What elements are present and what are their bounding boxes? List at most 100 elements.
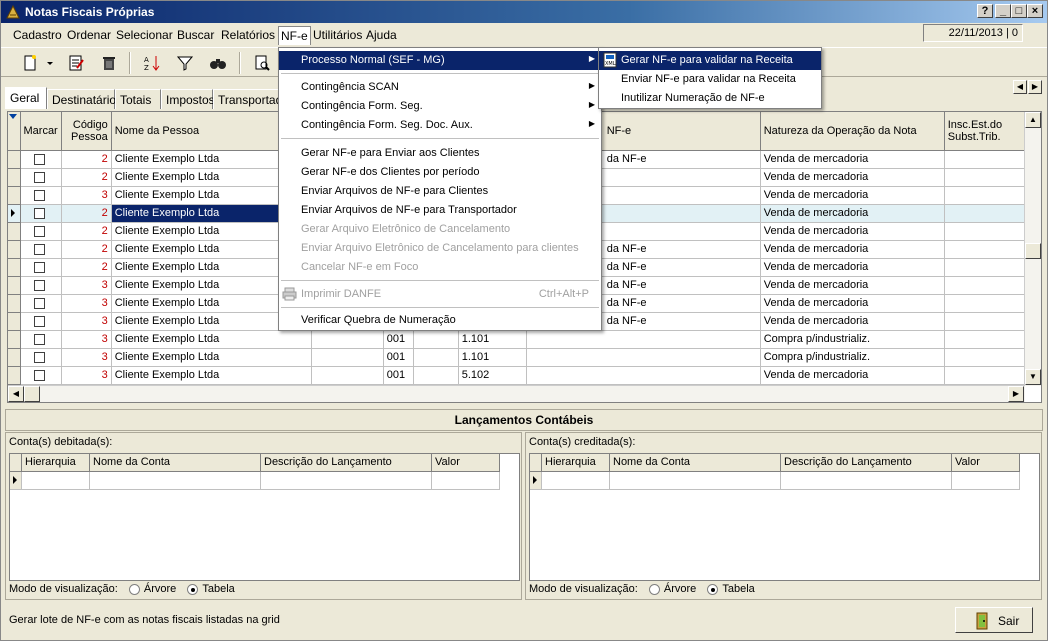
edit-button[interactable] [65,52,87,74]
scroll-right-button[interactable]: ▶ [1008,386,1024,402]
debit-col-nome[interactable]: Nome da Conta [90,454,261,472]
title-bar[interactable]: Notas Fiscais Próprias ? _ □ × [1,1,1047,23]
menu-utilitarios[interactable]: Utilitários [313,28,362,42]
radio-tabela[interactable] [187,583,199,595]
menu-item-imprimir-danfe[interactable]: Imprimir DANFE Ctrl+Alt+P [279,285,601,304]
cell-marcar[interactable] [20,222,62,241]
radio-arvore[interactable] [128,583,140,595]
cell-marcar[interactable] [20,366,62,385]
minimize-button[interactable]: _ [995,4,1011,18]
radio-tabela[interactable] [707,583,719,595]
credit-row-cell[interactable] [952,472,1020,490]
delete-button[interactable] [98,52,120,74]
debit-col-valor[interactable]: Valor [432,454,500,472]
help-button[interactable]: ? [977,4,993,18]
cell-marcar[interactable] [20,258,62,277]
debit-col-descricao[interactable]: Descrição do Lançamento [261,454,432,472]
menu-item-gerar-cancelamento[interactable]: Gerar Arquivo Eletrônico de Cancelamento [279,220,601,239]
tab-impostos[interactable]: Impostos [161,89,215,109]
cell-marcar[interactable] [20,330,62,349]
scroll-thumb[interactable] [1025,243,1041,259]
row-checkbox[interactable] [33,279,45,291]
search-button[interactable] [207,52,229,74]
credit-col-valor[interactable]: Valor [952,454,1020,472]
cell-marcar[interactable] [20,186,62,205]
header-marcar[interactable]: Marcar [20,112,62,151]
credit-row-cell[interactable] [542,472,610,490]
menu-item-contingencia-form-seg[interactable]: Contingência Form. Seg. ▶ [279,97,601,116]
submenu-item-enviar-validar[interactable]: Enviar NF-e para validar na Receita [599,70,821,89]
cell-marcar[interactable] [20,204,62,223]
tab-geral[interactable]: Geral [5,87,47,109]
menu-item-enviar-transportador[interactable]: Enviar Arquivos de NF-e para Transportad… [279,201,601,220]
table-row[interactable]: 3 Cliente Exemplo Ltda 001 5.102 Venda de me… [8,366,1029,385]
table-row[interactable]: 3 Cliente Exemplo Ltda 001 1.101 Compra p/in… [8,348,1029,367]
debit-grid[interactable]: Hierarquia Nome da Conta Descrição do La… [9,453,520,581]
tab-scroll-right-button[interactable]: ▶ [1028,80,1042,94]
cell-marcar[interactable] [20,294,62,313]
row-checkbox[interactable] [33,171,45,183]
header-indicator[interactable] [8,112,21,151]
tab-totais[interactable]: Totais [115,89,161,109]
cell-marcar[interactable] [20,312,62,331]
row-checkbox[interactable] [33,189,45,201]
menu-item-gerar-nfe-clientes[interactable]: Gerar NF-e para Enviar aos Clientes [279,144,601,163]
debit-row-cell[interactable] [261,472,432,490]
row-checkbox[interactable] [33,297,45,309]
menu-item-contingencia-doc-aux[interactable]: Contingência Form. Seg. Doc. Aux. ▶ [279,116,601,135]
menu-buscar[interactable]: Buscar [177,28,214,42]
menu-item-contingencia-scan[interactable]: Contingência SCAN ▶ [279,78,601,97]
tab-scroll-left-button[interactable]: ◀ [1013,80,1027,94]
credit-grid[interactable]: Hierarquia Nome da Conta Descrição do La… [529,453,1040,581]
credit-row-cell[interactable] [781,472,952,490]
hscroll-thumb[interactable] [24,386,40,402]
menu-selecionar[interactable]: Selecionar [116,28,173,42]
grid-vertical-scrollbar[interactable]: ▲ ▼ [1024,112,1041,386]
credit-col-hierarquia[interactable]: Hierarquia [542,454,610,472]
row-checkbox[interactable] [33,315,45,327]
menu-item-cancelar-nfe[interactable]: Cancelar NF-e em Foco [279,258,601,277]
new-dropdown-button[interactable] [43,52,55,74]
cell-marcar[interactable] [20,168,62,187]
debit-row-cell[interactable] [90,472,261,490]
radio-arvore[interactable] [648,583,660,595]
row-checkbox[interactable] [33,351,45,363]
menu-relatorios[interactable]: Relatórios [221,28,275,42]
exit-button[interactable]: Sair [955,607,1033,633]
scroll-down-button[interactable]: ▼ [1025,369,1041,385]
row-checkbox[interactable] [33,243,45,255]
sort-button[interactable]: AZ [141,52,163,74]
scroll-left-button[interactable]: ◀ [8,386,24,402]
row-checkbox[interactable] [33,369,45,381]
header-codigo[interactable]: Código Pessoa [61,112,112,151]
row-checkbox[interactable] [33,153,45,165]
credit-col-descricao[interactable]: Descrição do Lançamento [781,454,952,472]
menu-ordenar[interactable]: Ordenar [67,28,111,42]
menu-item-enviar-cancelamento[interactable]: Enviar Arquivo Eletrônico de Cancelament… [279,239,601,258]
scroll-up-button[interactable]: ▲ [1025,112,1041,128]
table-row[interactable]: 3 Cliente Exemplo Ltda 001 1.101 Compra p/in… [8,330,1029,349]
preview-button[interactable] [251,52,273,74]
menu-ajuda[interactable]: Ajuda [366,28,397,42]
submenu-item-inutilizar[interactable]: Inutilizar Numeração de NF-e [599,89,821,108]
row-checkbox[interactable] [33,225,45,237]
row-checkbox[interactable] [33,261,45,273]
debit-row-cell[interactable] [432,472,500,490]
cell-marcar[interactable] [20,240,62,259]
grid-horizontal-scrollbar[interactable]: ◀ ▶ [8,385,1025,402]
maximize-button[interactable]: □ [1011,4,1027,18]
menu-item-enviar-clientes[interactable]: Enviar Arquivos de NF-e para Clientes [279,182,601,201]
submenu-item-gerar-validar[interactable]: XML Gerar NF-e para validar na Receita [599,51,821,70]
credit-row-cell[interactable] [610,472,781,490]
cell-marcar[interactable] [20,150,62,169]
tab-transportador[interactable]: Transportado [213,89,289,109]
menu-item-gerar-nfe-periodo[interactable]: Gerar NF-e dos Clientes por período [279,163,601,182]
tab-destinatario[interactable]: Destinatário [47,89,116,109]
debit-row-cell[interactable] [22,472,90,490]
header-insc[interactable]: Insc.Est.do Subst.Trib. [944,112,1029,151]
menu-nfe[interactable]: NF-e [278,26,311,45]
filter-button[interactable] [174,52,196,74]
header-natureza[interactable]: Natureza da Operação da Nota [760,112,945,151]
new-button[interactable] [19,52,41,74]
cell-marcar[interactable] [20,276,62,295]
